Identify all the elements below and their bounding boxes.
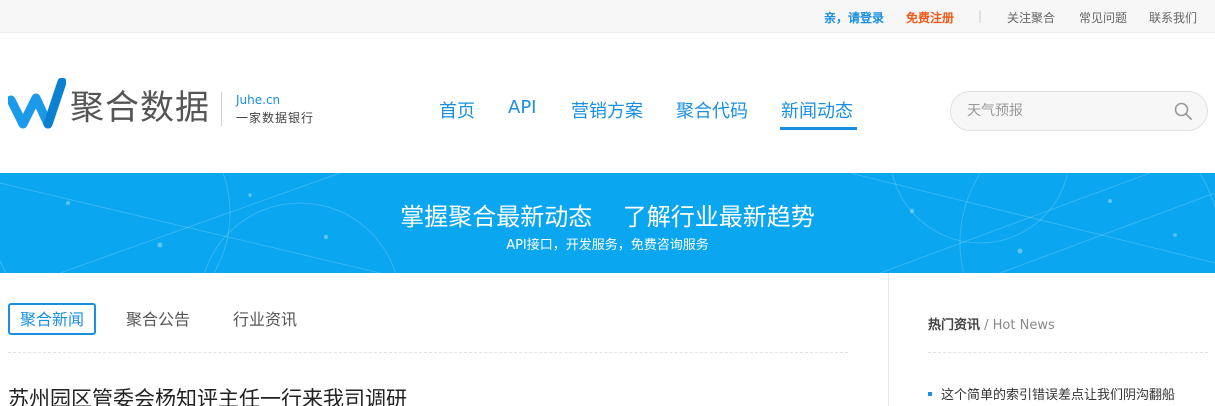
banner-title: 掌握聚合最新动态 了解行业最新趋势 [400, 203, 815, 231]
search-icon[interactable] [1173, 101, 1193, 121]
tab-juhe-announcement[interactable]: 聚合公告 [126, 305, 190, 337]
nav-item-home[interactable]: 首页 [439, 97, 475, 123]
logo-slogan: 一家数据银行 [236, 111, 315, 125]
logo-icon[interactable] [8, 78, 66, 130]
bullet-icon [928, 391, 932, 396]
faq-link[interactable]: 常见问题 [1079, 9, 1127, 26]
logo-divider [221, 92, 222, 126]
hot-news-divider [928, 352, 1208, 353]
hot-news-title: 热门资讯 / Hot News [928, 314, 1055, 333]
search-box [950, 91, 1208, 131]
hot-news-title-en: / Hot News [980, 318, 1055, 333]
logo-name[interactable]: 聚合数据 [70, 86, 210, 130]
nav-item-api[interactable]: API [508, 97, 536, 118]
follow-link[interactable]: 关注聚合 [1007, 9, 1055, 26]
nav-item-code[interactable]: 聚合代码 [676, 97, 748, 123]
logo-domain: Juhe.cn [236, 93, 281, 107]
hot-news-item[interactable]: 这个简单的索引错误差点让我们阴沟翻船 [928, 384, 1175, 403]
top-bar: 亲，请登录 免费注册 | 关注聚合 常见问题 联系我们 [0, 0, 1215, 33]
banner: 掌握聚合最新动态 了解行业最新趋势 API接口，开发服务，免费咨询服务 [0, 173, 1215, 273]
register-link[interactable]: 免费注册 [906, 9, 954, 26]
hot-news-title-cn: 热门资讯 [928, 318, 981, 333]
topbar-separator: | [978, 9, 983, 23]
article-title[interactable]: 苏州园区管委会杨知评主任一行来我司调研 [8, 383, 407, 406]
hot-news-item-text: 这个简单的索引错误差点让我们阴沟翻船 [941, 388, 1176, 403]
tab-juhe-news[interactable]: 聚合新闻 [8, 303, 96, 335]
search-input[interactable] [967, 101, 1167, 121]
nav-active-indicator [780, 127, 857, 130]
nav-item-news[interactable]: 新闻动态 [781, 97, 853, 123]
banner-subtitle: API接口，开发服务，免费咨询服务 [506, 238, 709, 253]
nav-item-marketing[interactable]: 营销方案 [571, 97, 643, 123]
tab-industry-news[interactable]: 行业资讯 [233, 305, 297, 337]
tabs-divider [8, 352, 848, 353]
login-link[interactable]: 亲，请登录 [824, 9, 884, 26]
contact-link[interactable]: 联系我们 [1149, 9, 1197, 26]
sidebar-divider [888, 273, 889, 406]
